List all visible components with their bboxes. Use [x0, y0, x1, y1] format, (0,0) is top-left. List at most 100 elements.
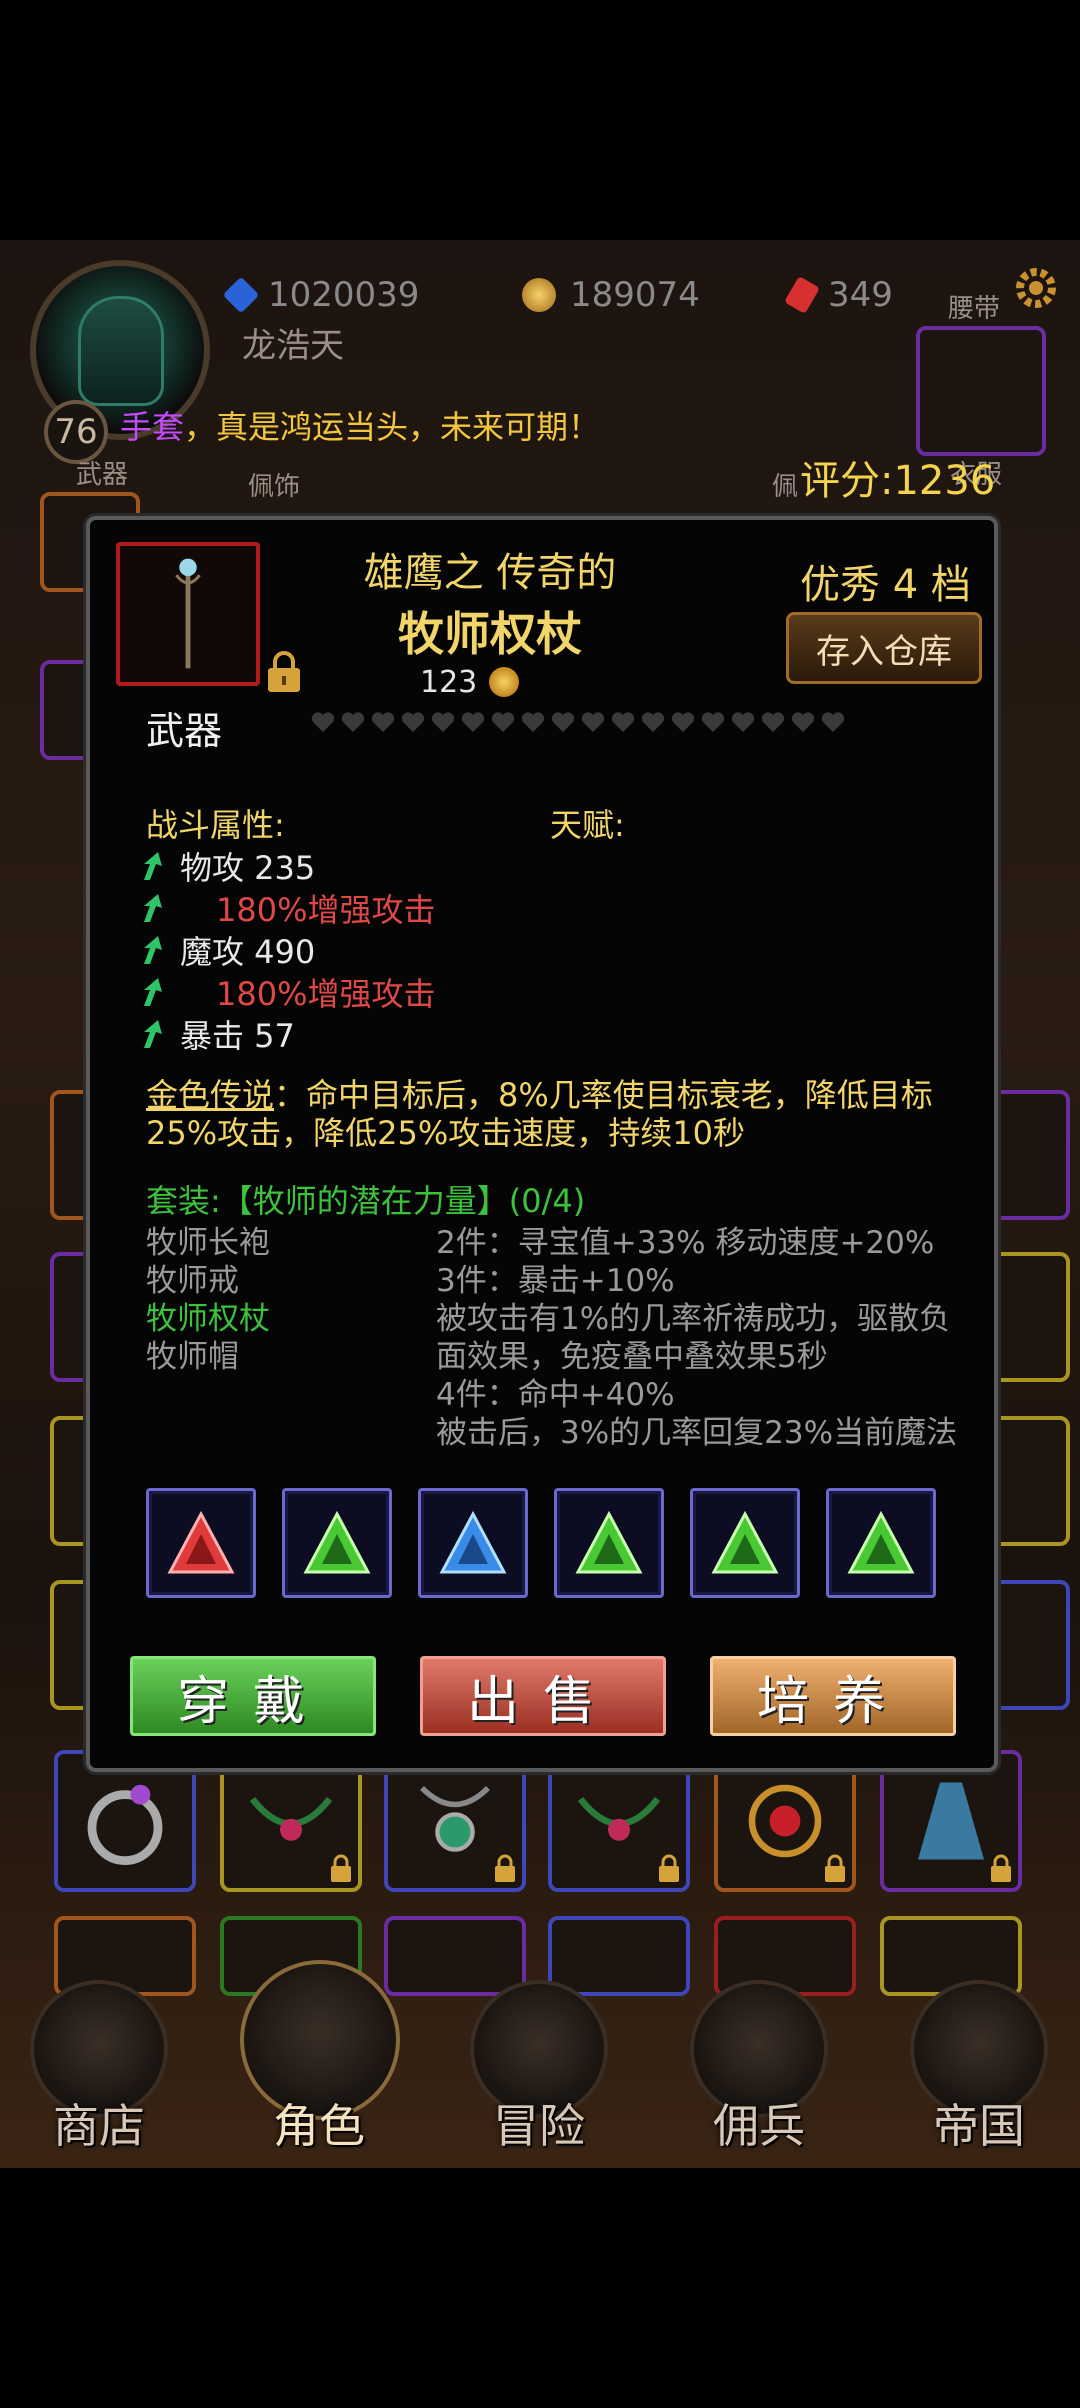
lock-icon — [825, 1854, 845, 1882]
announcement-banner: 手套 ，真是鸿运当头，未来可期！ — [120, 395, 1020, 455]
lock-icon — [991, 1854, 1011, 1882]
bottom-nav: 商店 角色 冒险 佣兵 帝国 — [0, 1960, 1080, 2168]
set-title: 套装:【牧师的潜在力量】(0/4) — [146, 1182, 586, 1220]
heart-icon — [521, 712, 545, 732]
heart-icon — [641, 712, 665, 732]
item-price: 123 — [420, 660, 520, 704]
gem-socket[interactable] — [146, 1488, 256, 1598]
set-piece: 牧师长袍 — [146, 1225, 270, 1261]
gem-socket[interactable] — [690, 1488, 800, 1598]
blue-gem-icon — [439, 1510, 507, 1574]
slot-label-accessory: 佩饰 — [248, 472, 301, 502]
item-name: 牧师权杖 — [398, 607, 582, 661]
player-name: 龙浩天 — [242, 326, 344, 366]
blue-gem-icon — [222, 276, 260, 314]
set-bonus: 被攻击有1%的几率祈祷成功，驱散负面效果，免疫叠中叠效果5秒 — [436, 1301, 951, 1375]
item-grade: 优秀 4 档 — [800, 562, 971, 608]
item-detail-dialog: 雄鹰之 传奇的 牧师权杖 123 优秀 4 档 存入仓库 武器 战斗属性: 天赋… — [86, 516, 998, 1772]
combat-stats-label: 战斗属性: — [146, 806, 285, 844]
bag-slot[interactable] — [990, 1416, 1070, 1546]
green-gem-icon — [711, 1510, 779, 1574]
heart-icon — [701, 712, 725, 732]
nav-adventure-label: 冒险 — [493, 2099, 585, 2153]
bag-slot[interactable] — [990, 1580, 1070, 1710]
slot-label-accessory-2: 佩 — [772, 472, 799, 502]
heart-icon — [671, 712, 695, 732]
up-arrow-icon — [144, 852, 162, 880]
gem-socket[interactable] — [418, 1488, 528, 1598]
up-arrow-icon — [144, 936, 162, 964]
stat-physical-attack: 物攻 235 — [140, 846, 315, 887]
talent-label: 天赋: — [550, 806, 625, 844]
nav-empire[interactable]: 帝国 — [904, 1980, 1054, 2168]
stat-magic-attack: 魔攻 490 — [140, 930, 315, 971]
stat-critical: 暴击 57 — [140, 1014, 295, 1055]
heart-icon — [581, 712, 605, 732]
nav-mercenary-label: 佣兵 — [713, 2099, 805, 2153]
green-gem-icon — [303, 1510, 371, 1574]
heart-icon — [431, 712, 455, 732]
set-bonus-list[interactable]: 2件：寻宝值+33% 移动速度+20% 3件：暴击+10% 被攻击有1%的几率祈… — [436, 1224, 976, 1446]
stat-attack-boost: 180%增强攻击 — [140, 972, 436, 1013]
red-gem-icon — [167, 1510, 235, 1574]
up-arrow-icon — [144, 1020, 162, 1048]
announcement-highlight: 手套 — [120, 408, 185, 446]
up-arrow-icon — [144, 978, 162, 1006]
nav-shop[interactable]: 商店 — [24, 1980, 174, 2168]
score-label: 评分:1236 — [800, 458, 996, 504]
up-arrow-icon — [144, 894, 162, 922]
gold-count: 189074 — [570, 275, 700, 315]
heart-icon — [761, 712, 785, 732]
gear-icon[interactable] — [1010, 262, 1062, 314]
equip-button[interactable]: 穿戴 — [130, 1656, 376, 1736]
price-value: 123 — [420, 664, 478, 700]
heart-icon — [731, 712, 755, 732]
gems-count: 1020039 — [268, 275, 420, 315]
bag-slot[interactable] — [990, 1090, 1070, 1220]
resource-crystal: 349 — [784, 268, 893, 322]
legendary-label: 金色传说 — [146, 1076, 275, 1114]
lock-icon — [331, 1854, 351, 1882]
gem-sockets — [146, 1488, 936, 1598]
stat-attack-boost: 180%增强攻击 — [140, 888, 436, 929]
upgrade-button[interactable]: 培养 — [710, 1656, 956, 1736]
heart-icon — [371, 712, 395, 732]
gold-coin-icon — [522, 278, 556, 312]
staff-icon — [175, 558, 201, 669]
gem-socket[interactable] — [826, 1488, 936, 1598]
set-bonus: 4件：命中+40% — [436, 1377, 675, 1413]
ring-icon — [87, 1784, 163, 1865]
nav-shop-label: 商店 — [53, 2099, 145, 2153]
nav-mercenary[interactable]: 佣兵 — [684, 1980, 834, 2168]
nav-character[interactable]: 角色 — [240, 1960, 400, 2168]
equip-slot-waist[interactable] — [916, 326, 1046, 456]
green-gem-icon — [575, 1510, 643, 1574]
resource-gems: 1020039 — [222, 268, 420, 322]
slot-label-waist: 腰带 — [948, 294, 1001, 324]
heart-icon — [461, 712, 485, 732]
gem-socket[interactable] — [554, 1488, 664, 1598]
item-slot-type: 武器 — [146, 709, 223, 753]
item-name-prefix: 雄鹰之 传奇的 — [363, 550, 617, 596]
nav-character-label: 角色 — [273, 2099, 365, 2153]
set-piece-current: 牧师权杖 — [146, 1301, 270, 1337]
resource-gold: 189074 — [522, 268, 700, 322]
nav-adventure[interactable]: 冒险 — [464, 1980, 614, 2168]
set-pieces: 牧师长袍 牧师戒 牧师权杖 牧师帽 — [146, 1224, 270, 1376]
heart-icon — [551, 712, 575, 732]
crystal-count: 349 — [828, 275, 893, 315]
red-crystal-icon — [784, 276, 820, 314]
gold-coin-icon — [489, 667, 520, 697]
legendary-effect: 金色传说：命中目标后，8%几率使目标衰老，降低目标25%攻击，降低25%攻击速度… — [146, 1076, 966, 1152]
heart-icon — [401, 712, 425, 732]
heart-icon — [821, 712, 845, 732]
gem-socket[interactable] — [282, 1488, 392, 1598]
bag-slot[interactable] — [990, 1252, 1070, 1382]
heart-rating — [310, 710, 846, 734]
lock-icon[interactable] — [264, 650, 304, 694]
store-to-warehouse-button[interactable]: 存入仓库 — [786, 612, 982, 684]
hooded-figure-icon — [78, 296, 164, 406]
sell-button[interactable]: 出售 — [420, 1656, 666, 1736]
lock-icon — [495, 1854, 515, 1882]
heart-icon — [341, 712, 365, 732]
